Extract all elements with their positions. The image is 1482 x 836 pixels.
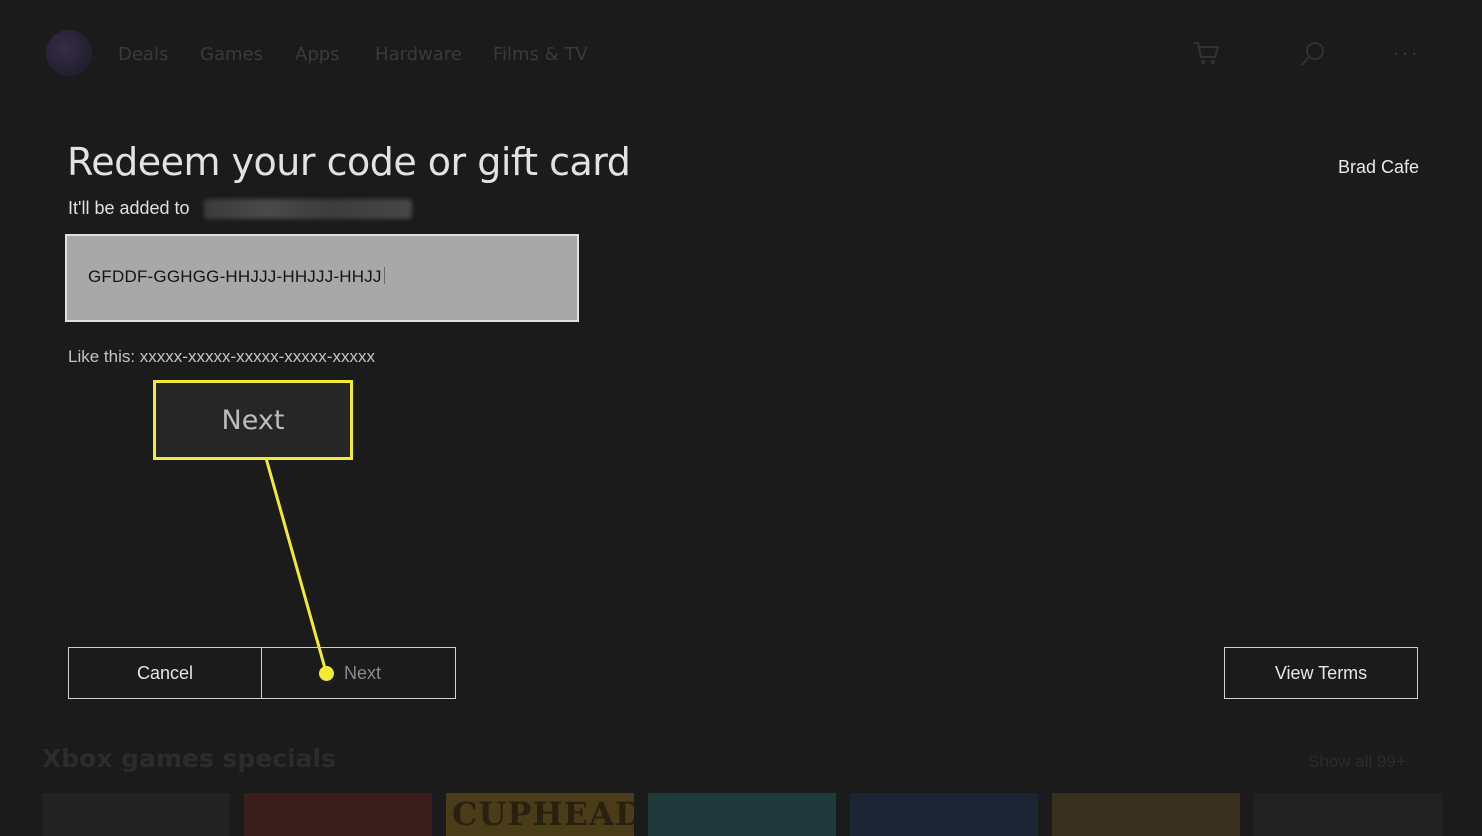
- view-terms-button[interactable]: View Terms: [1224, 647, 1418, 699]
- nav-item-hardware[interactable]: Hardware: [375, 44, 462, 65]
- game-tile[interactable]: [648, 793, 836, 836]
- nav-item-films-tv[interactable]: Films & TV: [493, 44, 588, 65]
- code-input-value: GFDDF-GGHGG-HHJJJ-HHJJJ-HHJJ: [88, 267, 385, 287]
- callout-next-label: Next: [221, 404, 285, 436]
- text-caret: [383, 267, 385, 284]
- redacted-email: [204, 199, 412, 219]
- more-icon[interactable]: ···: [1392, 40, 1420, 66]
- added-to-label: It'll be added to: [68, 198, 190, 218]
- account-name: Brad Cafe: [1338, 157, 1420, 177]
- nav-item-deals[interactable]: Deals: [118, 44, 168, 65]
- game-tile[interactable]: CUPHEAD: [446, 793, 634, 836]
- game-tile[interactable]: [850, 793, 1038, 836]
- cart-icon[interactable]: [1192, 40, 1220, 66]
- top-navigation: Deals Games Apps Hardware Films & TV ···: [0, 0, 1482, 110]
- game-tile[interactable]: [42, 793, 230, 836]
- show-all-link[interactable]: Show all 99+: [1308, 752, 1406, 772]
- callout-next-zoom: Next: [153, 380, 353, 460]
- avatar[interactable]: [46, 30, 92, 76]
- section-title: Xbox games specials: [42, 744, 336, 773]
- code-format-hint: Like this: xxxxx-xxxxx-xxxxx-xxxxx-xxxxx: [68, 347, 375, 366]
- next-button[interactable]: Next: [261, 647, 456, 699]
- callout-marker-dot: [319, 666, 334, 681]
- page-title: Redeem your code or gift card: [67, 140, 631, 184]
- game-tile[interactable]: [1254, 793, 1442, 836]
- next-button-label: Next: [343, 662, 381, 683]
- search-icon[interactable]: [1299, 40, 1327, 68]
- code-input[interactable]: GFDDF-GGHGG-HHJJJ-HHJJJ-HHJJ: [65, 234, 579, 322]
- cancel-button[interactable]: Cancel: [68, 647, 262, 699]
- nav-item-apps[interactable]: Apps: [295, 44, 340, 65]
- game-tile-label: CUPHEAD: [452, 795, 634, 833]
- nav-item-games[interactable]: Games: [200, 44, 263, 65]
- game-tile[interactable]: [1052, 793, 1240, 836]
- game-tile[interactable]: [244, 793, 432, 836]
